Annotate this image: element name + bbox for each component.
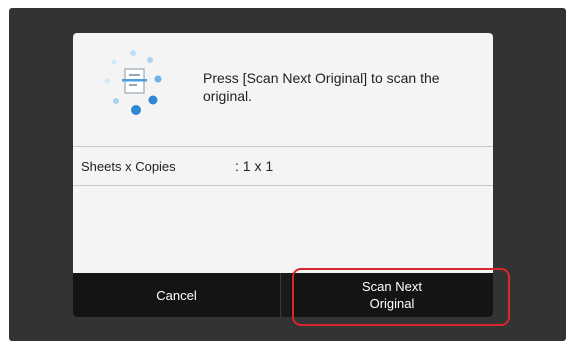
highlight-outline [292, 268, 510, 326]
divider [73, 185, 493, 186]
sheets-copies-value: : 1 x 1 [235, 158, 274, 174]
message-area: Press [Scan Next Original] to scan the o… [73, 33, 493, 138]
cancel-button-label: Cancel [156, 287, 197, 303]
scanning-document-icon [104, 50, 162, 115]
sheets-copies-label: Sheets x Copies [81, 159, 176, 174]
cancel-button[interactable]: Cancel [73, 273, 281, 317]
sheets-copies-row: Sheets x Copies : 1 x 1 [73, 147, 493, 185]
instruction-message: Press [Scan Next Original] to scan the o… [203, 70, 440, 104]
